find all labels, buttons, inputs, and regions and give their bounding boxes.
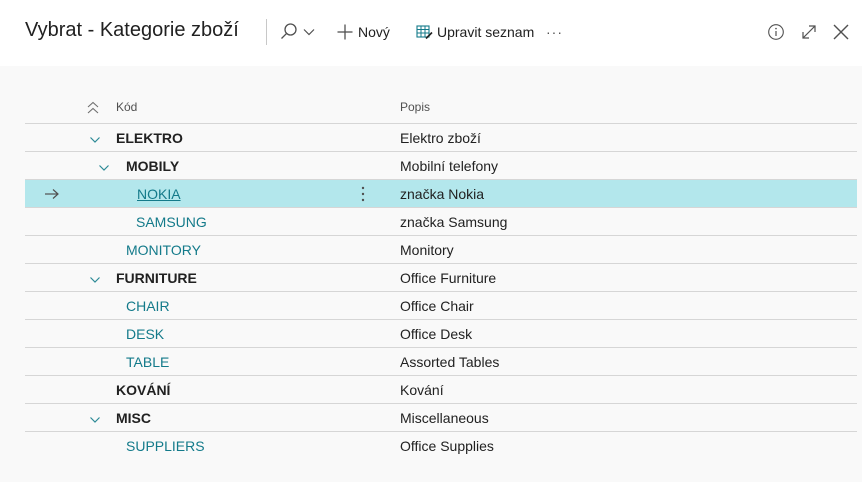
row-description: Office Chair <box>400 298 474 314</box>
row-code: ELEKTRO <box>116 130 183 146</box>
search-icon <box>279 22 299 42</box>
row-code: KOVÁNÍ <box>116 382 171 398</box>
row-code: MISC <box>116 410 151 426</box>
expand-icon[interactable] <box>797 20 821 44</box>
row-description: značka Samsung <box>400 214 508 230</box>
grid-header: Kód Popis <box>25 94 857 124</box>
collapse-all-icon[interactable] <box>87 101 99 120</box>
chevron-down-icon[interactable] <box>89 132 101 143</box>
row-code: MOBILY <box>126 158 180 174</box>
dialog-header: Vybrat - Kategorie zboží Nový Upravit se… <box>0 0 862 66</box>
row-description: Miscellaneous <box>400 410 489 426</box>
chevron-down-icon[interactable] <box>89 412 101 423</box>
table-row-selected[interactable]: NOKIA značka Nokia <box>25 180 857 208</box>
table-row[interactable]: FURNITURE Office Furniture <box>25 264 857 292</box>
table-row[interactable]: MOBILY Mobilní telefony <box>25 152 857 180</box>
row-menu-icon[interactable] <box>360 185 366 203</box>
row-code-link[interactable]: CHAIR <box>126 298 170 314</box>
lookup-dialog: Vybrat - Kategorie zboží Nový Upravit se… <box>0 0 862 482</box>
chevron-down-icon[interactable] <box>89 272 101 283</box>
table-row[interactable]: TABLE Assorted Tables <box>25 348 857 376</box>
table-row[interactable]: KOVÁNÍ Kování <box>25 376 857 404</box>
table-row[interactable]: SAMSUNG značka Samsung <box>25 208 857 236</box>
table-row[interactable]: CHAIR Office Chair <box>25 292 857 320</box>
row-description: Monitory <box>400 242 454 258</box>
row-code-link[interactable]: MONITORY <box>126 242 201 258</box>
row-description: Office Furniture <box>400 270 497 286</box>
row-code-link[interactable]: DESK <box>126 326 164 342</box>
row-description: Assorted Tables <box>400 354 500 370</box>
chevron-down-icon[interactable] <box>98 160 110 171</box>
edit-list-button[interactable]: Upravit seznam <box>416 20 534 44</box>
row-code-link[interactable]: NOKIA <box>137 186 181 202</box>
search-button[interactable] <box>279 20 315 44</box>
table-row[interactable]: MISC Miscellaneous <box>25 404 857 432</box>
row-code: FURNITURE <box>116 270 197 286</box>
row-code-link[interactable]: SUPPLIERS <box>126 438 205 454</box>
dialog-title: Vybrat - Kategorie zboží <box>25 19 239 41</box>
category-grid: Kód Popis ELEKTRO Elektro zboží MOBILY M… <box>25 94 857 459</box>
table-row[interactable]: DESK Office Desk <box>25 320 857 348</box>
row-description: Elektro zboží <box>400 130 481 146</box>
edit-list-icon <box>416 24 433 40</box>
close-icon[interactable] <box>829 20 853 44</box>
column-header-description[interactable]: Popis <box>400 100 430 114</box>
edit-list-label: Upravit seznam <box>437 24 535 40</box>
table-row[interactable]: ELEKTRO Elektro zboží <box>25 124 857 152</box>
row-description: Office Desk <box>400 326 473 342</box>
plus-icon <box>336 23 354 41</box>
new-button[interactable]: Nový <box>336 20 390 44</box>
info-icon[interactable] <box>764 20 788 44</box>
row-code-link[interactable]: SAMSUNG <box>136 214 207 230</box>
more-options-button[interactable]: ··· <box>546 20 563 44</box>
row-code-link[interactable]: TABLE <box>126 354 169 370</box>
chevron-down-icon <box>303 28 315 36</box>
table-row[interactable]: SUPPLIERS Office Supplies <box>25 432 857 459</box>
new-button-label: Nový <box>358 24 390 40</box>
row-description: Mobilní telefony <box>400 158 499 174</box>
column-header-code[interactable]: Kód <box>116 100 137 114</box>
title-separator <box>266 19 267 45</box>
row-description: značka Nokia <box>400 186 485 202</box>
table-row[interactable]: MONITORY Monitory <box>25 236 857 264</box>
arrow-right-icon <box>44 187 60 201</box>
row-description: Kování <box>400 382 444 398</box>
row-description: Office Supplies <box>400 438 494 454</box>
